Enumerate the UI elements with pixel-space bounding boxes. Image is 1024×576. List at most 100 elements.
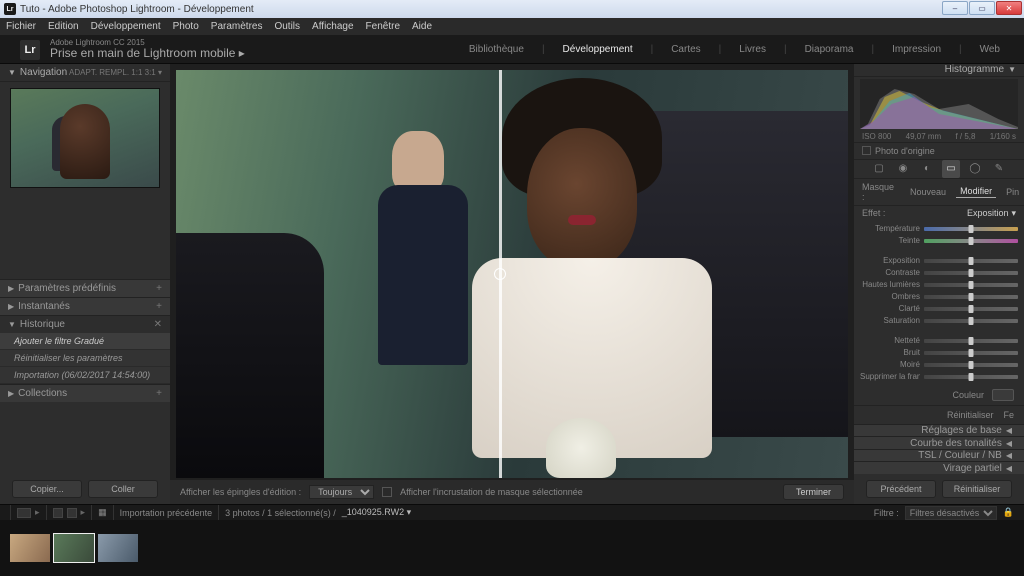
slider-label: Température xyxy=(860,224,920,233)
graduated-filter-overlay[interactable] xyxy=(499,70,502,478)
minimize-button[interactable]: – xyxy=(942,1,968,15)
temperature-slider[interactable] xyxy=(924,227,1018,231)
tint-slider[interactable] xyxy=(924,239,1018,243)
module-library[interactable]: Bibliothèque xyxy=(465,44,528,55)
filmstrip-thumb-selected[interactable] xyxy=(54,534,94,562)
graduated-filter-tool-icon[interactable]: ▭ xyxy=(942,160,960,178)
close-button[interactable]: ✕ xyxy=(996,1,1022,15)
filmstrip-thumb[interactable] xyxy=(10,534,50,562)
previous-button[interactable]: Précédent xyxy=(866,480,936,498)
navigator-header[interactable]: ▼ Navigation ADAPT. REMPL. 1:1 3:1 ▾ xyxy=(0,64,170,82)
menu-developpement[interactable]: Développement xyxy=(91,21,161,32)
history-item[interactable]: Ajouter le filtre Gradué xyxy=(0,333,170,350)
menu-affichage[interactable]: Affichage xyxy=(312,21,354,32)
module-book[interactable]: Livres xyxy=(735,44,770,55)
defringe-slider[interactable] xyxy=(924,375,1018,379)
menu-edition[interactable]: Edition xyxy=(48,21,79,32)
maximize-button[interactable]: ▭ xyxy=(969,1,995,15)
navigator-thumbnail[interactable] xyxy=(10,88,160,188)
filter-select[interactable]: Filtres désactivés xyxy=(905,506,997,520)
copy-button[interactable]: Copier... xyxy=(12,480,82,498)
filter-lock-icon[interactable]: 🔒 xyxy=(1003,507,1014,518)
add-icon[interactable]: + xyxy=(156,388,162,399)
slider-label: Hautes lumières xyxy=(860,280,920,289)
navigator-zoom-options[interactable]: ADAPT. REMPL. 1:1 3:1 ▾ xyxy=(69,68,162,77)
snapshots-panel-header[interactable]: ▶ Instantanés + xyxy=(0,297,170,315)
shadows-slider[interactable] xyxy=(924,295,1018,299)
image-viewport[interactable] xyxy=(176,70,848,478)
menu-fenetre[interactable]: Fenêtre xyxy=(366,21,400,32)
menu-parametres[interactable]: Paramètres xyxy=(211,21,263,32)
paste-button[interactable]: Coller xyxy=(88,480,158,498)
right-bottom-buttons: Précédent Réinitialiser xyxy=(854,474,1024,504)
slider-label: Teinte xyxy=(860,236,920,245)
history-item[interactable]: Réinitialiser les paramètres xyxy=(0,350,170,367)
view-mode-main-icon[interactable]: ▸ xyxy=(10,505,47,520)
exposure-slider[interactable] xyxy=(924,259,1018,263)
tonecurve-panel-header[interactable]: Courbe des tonalités ◀ xyxy=(854,436,1024,449)
hsl-label: TSL / Couleur / NB xyxy=(918,450,1002,461)
filmstrip-info-bar: ▸ ▸ ▦ Importation précédente 3 photos / … xyxy=(0,504,1024,520)
close-button[interactable]: Fe xyxy=(1003,410,1014,420)
saturation-slider[interactable] xyxy=(924,319,1018,323)
brush-tool-icon[interactable]: ✎ xyxy=(990,160,1008,178)
menu-aide[interactable]: Aide xyxy=(412,21,432,32)
logo-icon: Lr xyxy=(20,40,40,60)
clear-icon[interactable]: ✕ xyxy=(154,319,162,330)
filmstrip[interactable] xyxy=(0,520,1024,576)
view-mode-secondary-icon[interactable]: ▸ xyxy=(47,505,93,520)
chevron-right-icon: ▶ xyxy=(8,302,14,311)
history-item[interactable]: Importation (06/02/2017 14:54:00) xyxy=(0,367,170,384)
original-photo-row: Photo d'origine xyxy=(854,142,1024,159)
mask-pin-tab[interactable]: Pin xyxy=(1002,186,1023,198)
done-button[interactable]: Terminer xyxy=(783,484,844,500)
module-map[interactable]: Cartes xyxy=(667,44,704,55)
noise-slider[interactable] xyxy=(924,351,1018,355)
splittone-panel-header[interactable]: Virage partiel ◀ xyxy=(854,461,1024,474)
exif-aperture: f / 5,8 xyxy=(955,132,975,141)
grid-view-icon[interactable]: ▦ xyxy=(92,505,114,520)
histogram-header[interactable]: Histogramme ▼ xyxy=(854,64,1024,77)
redeye-tool-icon[interactable]: ◐ xyxy=(918,160,936,178)
module-develop[interactable]: Développement xyxy=(559,44,637,55)
history-panel-header[interactable]: ▼ Historique ✕ xyxy=(0,315,170,333)
mask-edit-tab[interactable]: Modifier xyxy=(956,185,996,198)
filmstrip-thumb[interactable] xyxy=(98,534,138,562)
moire-slider[interactable] xyxy=(924,363,1018,367)
add-icon[interactable]: + xyxy=(156,301,162,312)
reset-all-button[interactable]: Réinitialiser xyxy=(942,480,1012,498)
clarity-slider[interactable] xyxy=(924,307,1018,311)
mask-new-tab[interactable]: Nouveau xyxy=(906,186,950,198)
histogram-display[interactable] xyxy=(860,79,1018,129)
menu-outils[interactable]: Outils xyxy=(274,21,300,32)
radial-filter-tool-icon[interactable]: ◯ xyxy=(966,160,984,178)
hsl-panel-header[interactable]: TSL / Couleur / NB ◀ xyxy=(854,449,1024,462)
highlights-slider[interactable] xyxy=(924,283,1018,287)
module-web[interactable]: Web xyxy=(976,44,1004,55)
show-pins-select[interactable]: Toujours xyxy=(309,485,374,499)
module-slideshow[interactable]: Diaporama xyxy=(801,44,858,55)
filmstrip-source[interactable]: Importation précédente xyxy=(114,505,220,520)
chevron-left-icon: ◀ xyxy=(1006,451,1012,460)
contrast-slider[interactable] xyxy=(924,271,1018,275)
sharpness-slider[interactable] xyxy=(924,339,1018,343)
histogram-label: Histogramme xyxy=(945,64,1004,75)
collections-label: Collections xyxy=(18,388,67,399)
spot-tool-icon[interactable]: ◉ xyxy=(894,160,912,178)
crop-tool-icon[interactable]: ▢ xyxy=(870,160,888,178)
menu-fichier[interactable]: Fichier xyxy=(6,21,36,32)
module-print[interactable]: Impression xyxy=(888,44,945,55)
color-swatch[interactable] xyxy=(992,389,1014,401)
filmstrip-filename[interactable]: _1040925.RW2 ▾ xyxy=(342,507,411,518)
mask-overlay-checkbox[interactable] xyxy=(382,487,392,497)
basic-panel-header[interactable]: Réglages de base ◀ xyxy=(854,424,1024,437)
collections-panel-header[interactable]: ▶ Collections + xyxy=(0,384,170,402)
reset-button[interactable]: Réinitialiser xyxy=(947,410,994,420)
add-icon[interactable]: + xyxy=(156,283,162,294)
menu-photo[interactable]: Photo xyxy=(173,21,199,32)
chevron-left-icon: ◀ xyxy=(1006,464,1012,473)
document-title[interactable]: Prise en main de Lightroom mobile ▸ xyxy=(50,47,245,60)
original-checkbox[interactable] xyxy=(862,146,871,155)
presets-panel-header[interactable]: ▶ Paramètres prédéfinis + xyxy=(0,279,170,297)
effect-dropdown[interactable]: Exposition▾ xyxy=(967,208,1016,219)
